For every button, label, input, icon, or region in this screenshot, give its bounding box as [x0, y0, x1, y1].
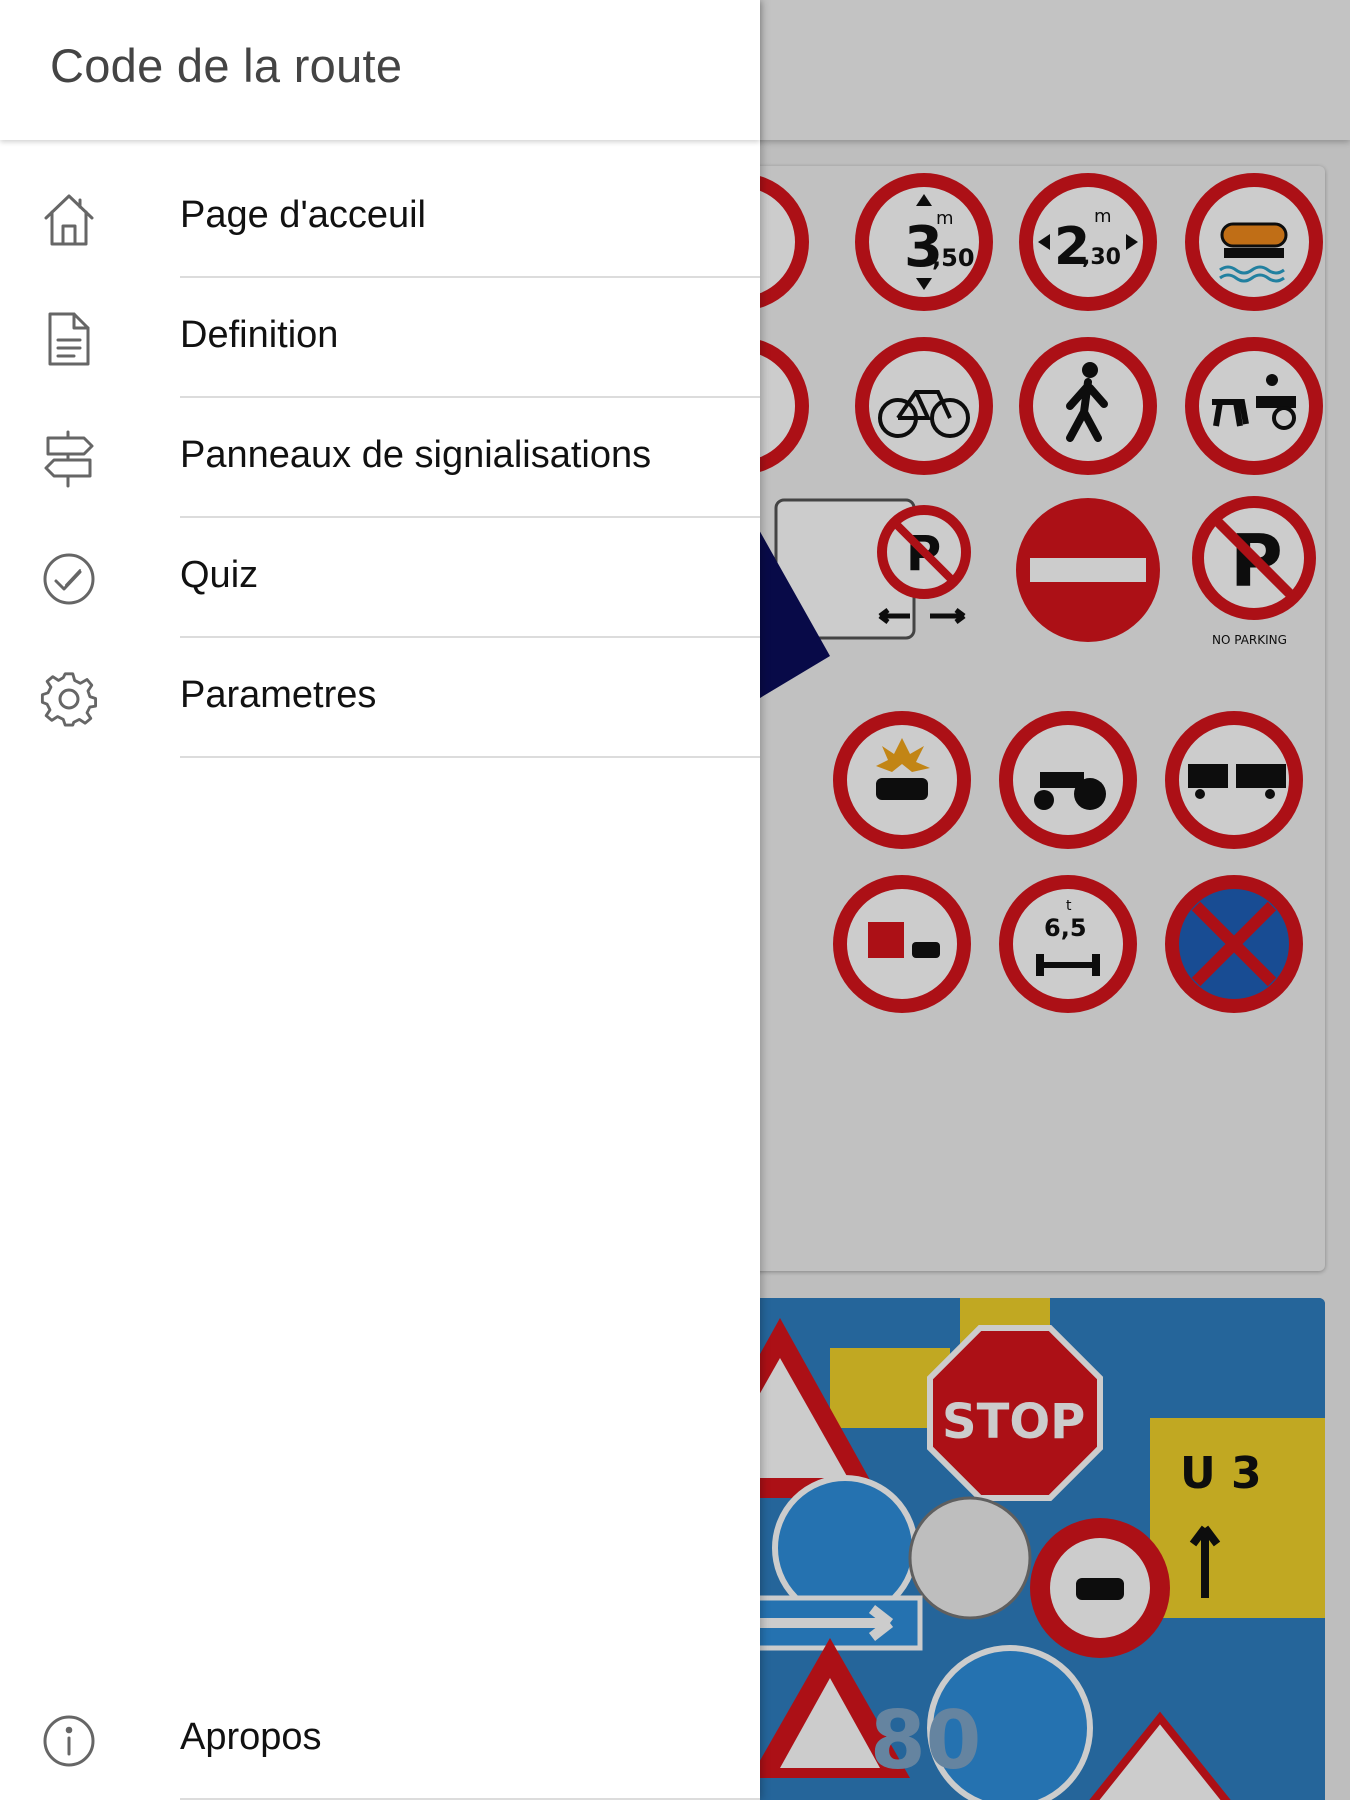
menu-divider [180, 756, 760, 758]
info-icon [40, 1712, 98, 1770]
menu-item-quiz[interactable]: Quiz [0, 518, 760, 638]
menu-item-home[interactable]: Page d'acceuil [0, 158, 760, 278]
menu-item-label: Definition [180, 314, 339, 356]
menu-item-definition[interactable]: Definition [0, 278, 760, 398]
menu-item-settings[interactable]: Parametres [0, 638, 760, 758]
menu-item-label: Quiz [180, 554, 259, 596]
menu-item-label: Apropos [180, 1716, 322, 1758]
document-icon [40, 310, 98, 368]
home-icon [40, 190, 98, 248]
menu-item-label: Page d'acceuil [180, 194, 426, 236]
app-screen: 3 m ,50 2 m ,30 NO PARKING t 6,5 STOP U … [0, 0, 1350, 1800]
menu-item-label: Parametres [180, 674, 377, 716]
drawer-header: Code de la route [0, 0, 760, 140]
signpost-icon [40, 430, 98, 488]
navigation-drawer: Code de la route Page d'acceuil Definiti… [0, 0, 760, 1800]
check-circle-icon [40, 550, 98, 608]
menu-item-road-signs[interactable]: Panneaux de signialisations [0, 398, 760, 518]
menu-item-about[interactable]: Apropos [0, 1680, 760, 1800]
menu-item-label: Panneaux de signialisations [180, 434, 652, 476]
drawer-title: Code de la route [50, 39, 403, 92]
gear-icon [40, 670, 98, 728]
